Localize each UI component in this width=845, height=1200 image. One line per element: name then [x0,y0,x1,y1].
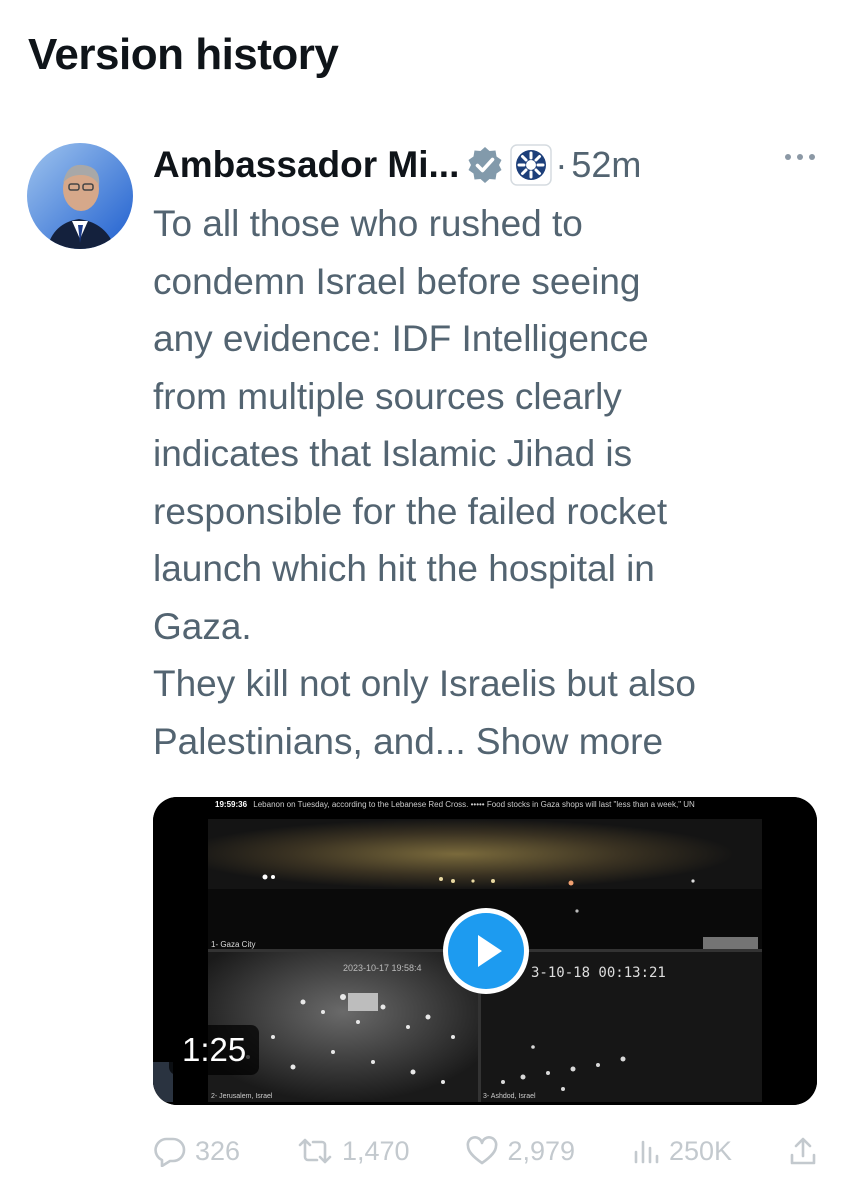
repost-count: 1,470 [341,1135,410,1166]
avatar[interactable] [27,143,133,249]
like-count: 2,979 [507,1135,576,1166]
ticker-time: 19:59:36 [215,800,248,809]
reply-button[interactable]: 326 [153,1135,240,1167]
video-thumbnail[interactable]: 19:59:36 Lebanon on Tuesday, according t… [153,797,817,1105]
affiliation-badge-icon[interactable] [509,143,553,187]
separator-dot: · [555,144,568,185]
repost-button[interactable]: 1,470 [296,1136,410,1167]
camera-timestamp-right: 3-10-18 00:13:21 [531,965,666,981]
tweet-time[interactable]: 52m [571,144,641,186]
more-options-icon[interactable] [783,150,817,169]
tweet-text-content: To all those who rushed to condemn Israe… [153,203,696,762]
heart-icon [467,1136,498,1165]
camera-label-gaza: 1- Gaza City [211,940,256,949]
ticker-text: Lebanon on Tuesday, according to the Leb… [253,800,695,809]
share-icon [790,1137,816,1165]
show-more-link[interactable]: Show more [466,721,663,762]
repost-icon [298,1138,332,1164]
views-count: 250K [668,1135,733,1166]
views-button[interactable]: 250K [631,1136,732,1167]
camera-label-jerusalem: 2- Jerusalem, Israel [211,1093,273,1100]
views-icon [634,1140,659,1164]
tweet-actions: 326 1,470 2,979 250K [153,1128,818,1174]
tweet-text: To all those who rushed to condemn Israe… [153,195,833,770]
author-name[interactable]: Ambassador Mi... [153,144,459,186]
camera-timestamp-left: 2023-10-17 19:58:4 [343,963,422,973]
like-button[interactable]: 2,979 [465,1136,575,1167]
video-duration: 1:25 [169,1025,260,1075]
reply-icon [154,1137,186,1167]
verified-badge-icon [465,145,505,185]
ticker-bar: 19:59:36 Lebanon on Tuesday, according t… [215,800,695,809]
camera-label-ashdod: 3- Ashdod, Israel [483,1093,536,1100]
reply-count: 326 [195,1135,241,1166]
tweet-header: Ambassador Mi... · 52m [153,140,825,190]
share-button[interactable] [788,1135,818,1167]
page-title: Version history [28,30,339,79]
play-button[interactable] [441,906,531,996]
